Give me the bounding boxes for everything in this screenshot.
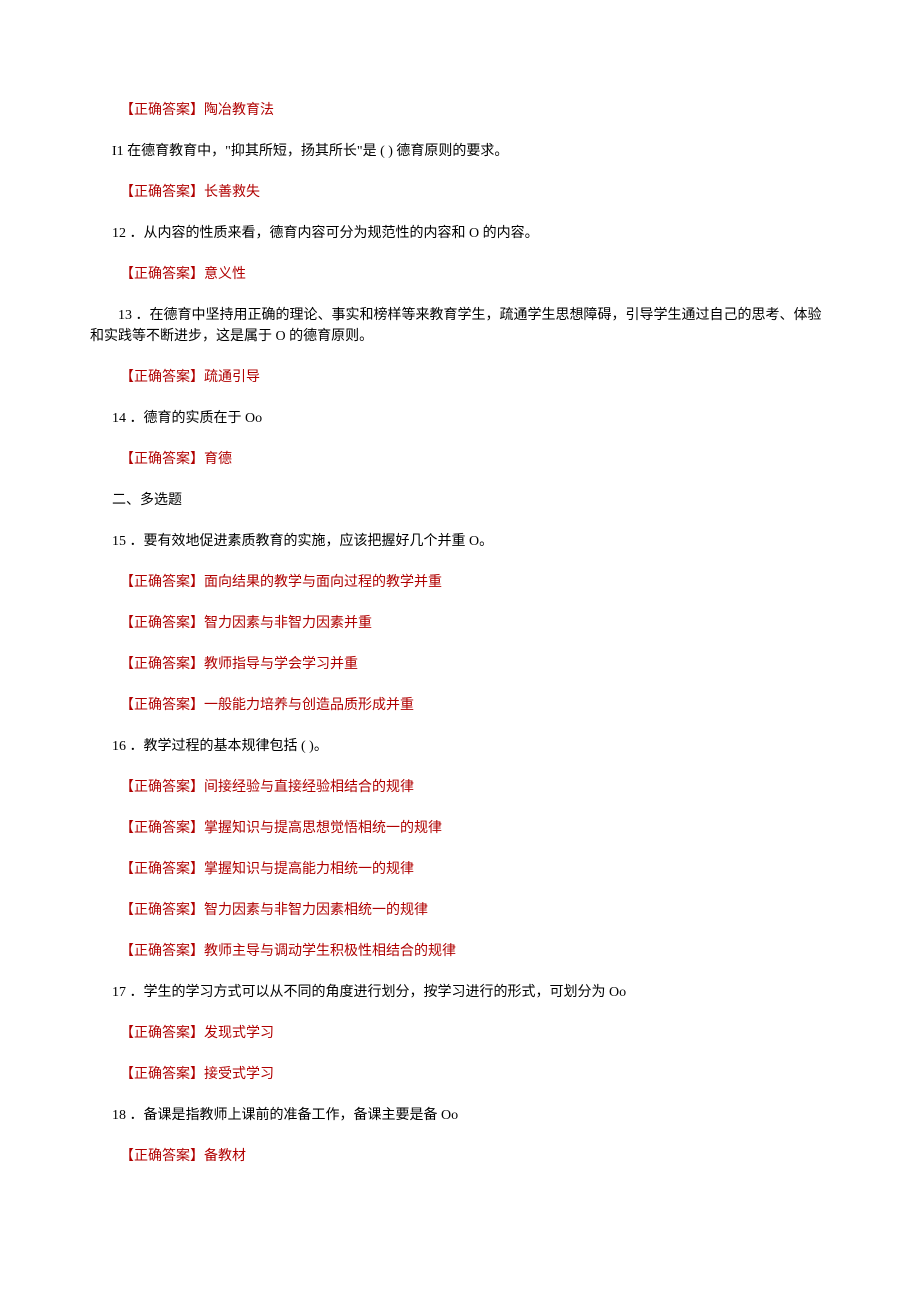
question-line: I1 在德育教育中，"抑其所短，扬其所长"是 ( ) 德育原则的要求。 (90, 141, 830, 162)
answer-line: 【正确答案】教师主导与调动学生积极性相结合的规律 (90, 941, 830, 962)
answer-line: 【正确答案】间接经验与直接经验相结合的规律 (90, 777, 830, 798)
question-line: 17 ．学生的学习方式可以从不同的角度进行划分，按学习进行的形式，可划分为 Oo (90, 982, 830, 1003)
answer-line: 【正确答案】疏通引导 (90, 367, 830, 388)
answer-line: 【正确答案】掌握知识与提高思想觉悟相统一的规律 (90, 818, 830, 839)
answer-line: 【正确答案】发现式学习 (90, 1023, 830, 1044)
answer-line: 【正确答案】陶冶教育法 (90, 100, 830, 121)
answer-line: 【正确答案】智力因素与非智力因素并重 (90, 613, 830, 634)
section-heading: 二、多选题 (90, 490, 830, 511)
question-line: 18 ．备课是指教师上课前的准备工作，备课主要是备 Oo (90, 1105, 830, 1126)
question-line: 14 ．德育的实质在于 Oo (90, 408, 830, 429)
answer-line: 【正确答案】接受式学习 (90, 1064, 830, 1085)
answer-line: 【正确答案】育德 (90, 449, 830, 470)
question-line: 15 ．要有效地促进素质教育的实施，应该把握好几个并重 O。 (90, 531, 830, 552)
answer-line: 【正确答案】智力因素与非智力因素相统一的规律 (90, 900, 830, 921)
question-line: 13 ．在德育中坚持用正确的理论、事实和榜样等来教育学生，疏通学生思想障碍，引导… (90, 305, 830, 347)
answer-line: 【正确答案】意义性 (90, 264, 830, 285)
answer-line: 【正确答案】掌握知识与提高能力相统一的规律 (90, 859, 830, 880)
document-page: 【正确答案】陶冶教育法 I1 在德育教育中，"抑其所短，扬其所长"是 ( ) 德育… (0, 0, 920, 1247)
question-line: 12 ．从内容的性质来看，德育内容可分为规范性的内容和 O 的内容。 (90, 223, 830, 244)
answer-line: 【正确答案】面向结果的教学与面向过程的教学并重 (90, 572, 830, 593)
answer-line: 【正确答案】一般能力培养与创造品质形成并重 (90, 695, 830, 716)
question-line: 16 ．教学过程的基本规律包括 ( )。 (90, 736, 830, 757)
answer-line: 【正确答案】备教材 (90, 1146, 830, 1167)
answer-line: 【正确答案】长善救失 (90, 182, 830, 203)
answer-line: 【正确答案】教师指导与学会学习并重 (90, 654, 830, 675)
